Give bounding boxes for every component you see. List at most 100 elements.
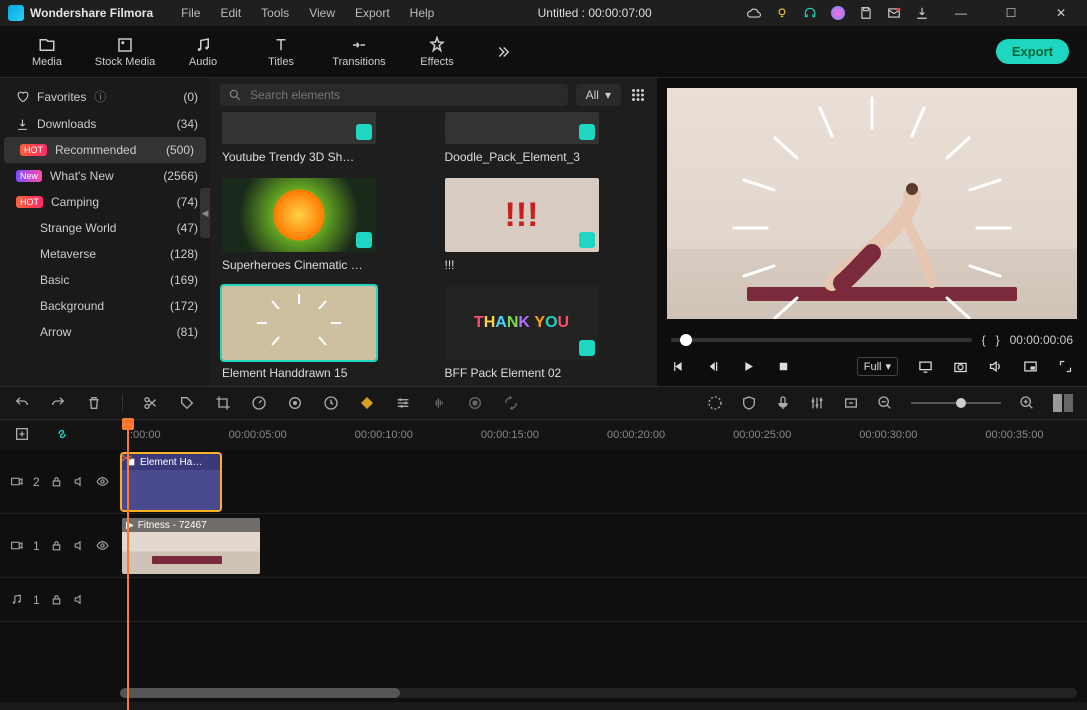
record-icon[interactable] bbox=[467, 395, 483, 411]
headphones-icon[interactable] bbox=[803, 6, 817, 20]
visibility-icon[interactable] bbox=[96, 475, 109, 488]
tab-titles[interactable]: Titles bbox=[242, 36, 320, 68]
card-thumbnail[interactable]: !!! bbox=[445, 178, 599, 252]
download-button[interactable] bbox=[579, 124, 595, 140]
sidebar-item-arrow[interactable]: Arrow(81) bbox=[0, 319, 210, 345]
undo-icon[interactable] bbox=[14, 395, 30, 411]
mixer-icon[interactable] bbox=[809, 395, 825, 411]
menu-export[interactable]: Export bbox=[347, 4, 398, 22]
add-track-icon[interactable] bbox=[14, 426, 30, 442]
sidebar-collapse-handle[interactable]: ◀ bbox=[200, 188, 210, 238]
card-thumbnail[interactable] bbox=[222, 112, 376, 144]
zoom-out-icon[interactable] bbox=[877, 395, 893, 411]
marker-shield-icon[interactable] bbox=[741, 395, 757, 411]
split-icon[interactable] bbox=[143, 395, 159, 411]
zoom-in-icon[interactable] bbox=[1019, 395, 1035, 411]
refresh-icon[interactable] bbox=[503, 395, 519, 411]
redo-icon[interactable] bbox=[50, 395, 66, 411]
sidebar-item-recommended[interactable]: HOTRecommended(500) bbox=[4, 137, 206, 163]
card-thumbnail[interactable] bbox=[222, 286, 376, 360]
export-button[interactable]: Export bbox=[996, 39, 1069, 64]
save-icon[interactable] bbox=[859, 6, 873, 20]
step-back-button[interactable] bbox=[706, 359, 721, 374]
speed-icon[interactable] bbox=[251, 395, 267, 411]
clip-effect[interactable]: Element Ha… bbox=[122, 454, 220, 510]
panel-layout-icon[interactable] bbox=[1053, 394, 1073, 412]
tab-transitions[interactable]: Transitions bbox=[320, 36, 398, 68]
mute-icon[interactable] bbox=[73, 475, 86, 488]
window-maximize[interactable]: ☐ bbox=[993, 6, 1029, 20]
crop-icon[interactable] bbox=[215, 395, 231, 411]
more-tabs-icon[interactable] bbox=[494, 43, 512, 61]
lock-icon[interactable] bbox=[50, 475, 63, 488]
element-card[interactable]: THANK YOUBFF Pack Element 02 bbox=[445, 286, 599, 380]
grid-view-icon[interactable] bbox=[629, 86, 647, 104]
pip-icon[interactable] bbox=[1023, 359, 1038, 374]
visibility-icon[interactable] bbox=[96, 539, 109, 552]
card-thumbnail[interactable] bbox=[445, 112, 599, 144]
volume-icon[interactable] bbox=[988, 359, 1003, 374]
tab-audio[interactable]: Audio bbox=[164, 36, 242, 68]
tag-icon[interactable] bbox=[179, 395, 195, 411]
sidebar-item-what-s-new[interactable]: NewWhat's New(2566) bbox=[0, 163, 210, 189]
preview-seek-bar[interactable] bbox=[671, 338, 972, 342]
window-minimize[interactable]: — bbox=[943, 6, 979, 20]
tab-stock-media[interactable]: Stock Media bbox=[86, 36, 164, 68]
account-icon[interactable] bbox=[831, 6, 845, 20]
stop-button[interactable] bbox=[776, 359, 791, 374]
voiceover-mic-icon[interactable] bbox=[775, 395, 791, 411]
preview-viewport[interactable] bbox=[667, 88, 1077, 319]
mail-icon[interactable] bbox=[887, 6, 901, 20]
timeline-ruler[interactable]: ✂ :00:00 00:00:05:00 00:00:10:00 00:00:1… bbox=[0, 420, 1087, 450]
fit-icon[interactable] bbox=[843, 395, 859, 411]
search-box[interactable] bbox=[220, 84, 568, 106]
timeline-scrollbar[interactable] bbox=[120, 688, 1077, 698]
element-card[interactable]: Superheroes Cinematic … bbox=[222, 178, 376, 272]
video-track-2[interactable]: 2 Element Ha… bbox=[0, 450, 1087, 514]
info-icon[interactable]: ⓘ bbox=[94, 88, 106, 105]
clip-video[interactable]: ▶Fitness - 72467 bbox=[122, 518, 260, 574]
mark-in-icon[interactable]: { bbox=[982, 333, 986, 347]
sidebar-item-favorites[interactable]: Favoritesⓘ(0) bbox=[0, 82, 210, 111]
keyframe-icon[interactable] bbox=[359, 395, 375, 411]
menu-edit[interactable]: Edit bbox=[212, 4, 249, 22]
playhead[interactable]: ✂ bbox=[127, 420, 129, 710]
mark-out-icon[interactable]: } bbox=[996, 333, 1000, 347]
tab-effects[interactable]: Effects bbox=[398, 36, 476, 68]
menu-view[interactable]: View bbox=[301, 4, 343, 22]
element-card[interactable]: Element Handdrawn 15 bbox=[222, 286, 376, 380]
sidebar-item-metaverse[interactable]: Metaverse(128) bbox=[0, 241, 210, 267]
adjust-icon[interactable] bbox=[395, 395, 411, 411]
fullscreen-icon[interactable] bbox=[1058, 359, 1073, 374]
render-icon[interactable] bbox=[707, 395, 723, 411]
window-close[interactable]: ✕ bbox=[1043, 6, 1079, 20]
card-thumbnail[interactable]: THANK YOU bbox=[445, 286, 599, 360]
history-icon[interactable] bbox=[323, 395, 339, 411]
audio-track-1[interactable]: 1 bbox=[0, 578, 1087, 622]
prev-frame-button[interactable] bbox=[671, 359, 686, 374]
menu-file[interactable]: File bbox=[173, 4, 208, 22]
zoom-slider[interactable] bbox=[911, 402, 1001, 404]
card-thumbnail[interactable] bbox=[222, 178, 376, 252]
delete-icon[interactable] bbox=[86, 395, 102, 411]
playback-quality-dropdown[interactable]: Full▾ bbox=[857, 357, 898, 376]
mute-icon[interactable] bbox=[73, 539, 86, 552]
search-input[interactable] bbox=[250, 88, 560, 102]
menu-tools[interactable]: Tools bbox=[253, 4, 297, 22]
color-icon[interactable] bbox=[287, 395, 303, 411]
download-button[interactable] bbox=[356, 124, 372, 140]
cloud-icon[interactable] bbox=[747, 6, 761, 20]
sidebar-item-camping[interactable]: HOTCamping(74) bbox=[0, 189, 210, 215]
download-button[interactable] bbox=[356, 232, 372, 248]
sidebar-item-background[interactable]: Background(172) bbox=[0, 293, 210, 319]
mute-icon[interactable] bbox=[73, 593, 86, 606]
sidebar-item-strange-world[interactable]: Strange World(47) bbox=[0, 215, 210, 241]
element-card[interactable]: !!!!!! bbox=[445, 178, 599, 272]
display-icon[interactable] bbox=[918, 359, 933, 374]
lightbulb-icon[interactable] bbox=[775, 6, 789, 20]
filter-dropdown[interactable]: All▾ bbox=[576, 84, 621, 106]
download-app-icon[interactable] bbox=[915, 6, 929, 20]
sidebar-item-downloads[interactable]: Downloads(34) bbox=[0, 111, 210, 137]
element-card[interactable]: Doodle_Pack_Element_3 bbox=[445, 112, 599, 164]
element-card[interactable]: Youtube Trendy 3D Sh… bbox=[222, 112, 376, 164]
